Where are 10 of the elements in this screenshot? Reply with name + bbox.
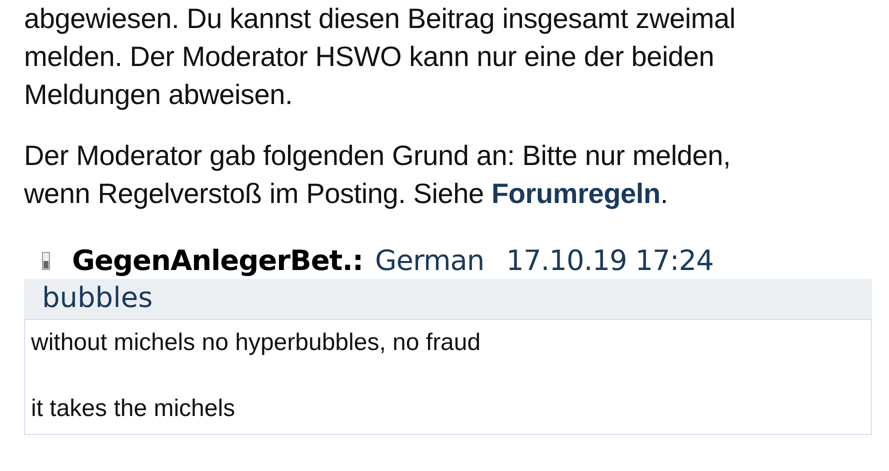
post-date: 17.10.19 17:24 bbox=[506, 243, 714, 279]
post-text: it takes the michels bbox=[31, 394, 236, 424]
post-author: GegenAnlegerBet.: bbox=[72, 243, 364, 279]
post-language: German bbox=[375, 243, 484, 279]
reason-text: Der Moderator gab folgenden Grund an: Bitte nur melden, wenn Regelverstoß im Posting. Siehe Forumregeln. bbox=[24, 139, 732, 211]
post-text: without michels no hyperbubbles, no fraud bbox=[31, 328, 482, 358]
forum-rules-link[interactable]: Forumregeln bbox=[491, 178, 660, 209]
notice-text: abgewiesen. Du kannst diesen Beitrag insgesamt zweimal melden. Der Moderator HSWO kann nur eine der beiden Meldungen abweisen. bbox=[24, 2, 736, 112]
post-subject: bubbles bbox=[24, 279, 872, 320]
phone-icon bbox=[42, 252, 50, 270]
